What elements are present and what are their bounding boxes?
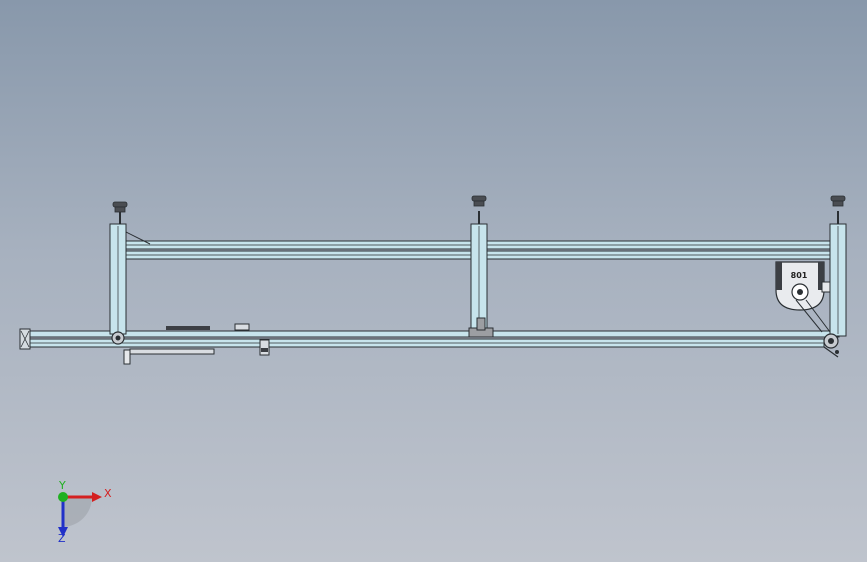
middle-foot-nut: [473, 200, 485, 207]
middle-leg[interactable]: [468, 195, 494, 338]
y-axis-indicator: [58, 492, 68, 502]
cad-viewport[interactable]: 801 X Y Z: [0, 0, 867, 562]
small-block: [234, 323, 250, 331]
x-axis-label: X: [104, 487, 112, 500]
right-caster-pin: [835, 350, 839, 354]
left-foot-nut: [114, 206, 126, 213]
lower-rail-top: [23, 330, 840, 338]
right-foot-pad: [830, 195, 846, 202]
drive-housing[interactable]: 801: [775, 261, 831, 333]
clamp-block-insert: [261, 348, 268, 352]
x-axis-arrowhead: [92, 492, 102, 502]
lower-beam[interactable]: [19, 323, 840, 365]
hanging-tab: [123, 349, 131, 365]
right-caster-hub: [828, 338, 834, 344]
left-leg[interactable]: [109, 201, 128, 345]
z-axis-label: Z: [58, 532, 66, 545]
mounted-strip: [166, 326, 210, 330]
housing-side-tab: [821, 281, 831, 293]
housing-shaft-center: [797, 289, 803, 295]
clamp-block: [259, 339, 270, 356]
middle-base-gusset: [476, 317, 486, 331]
housing-part-label: 801: [791, 271, 808, 280]
right-foot-nut: [832, 200, 844, 207]
triad-shadow: [63, 497, 93, 527]
assembly-drawing[interactable]: 801 X Y Z: [0, 0, 867, 562]
housing-left-band: [776, 262, 782, 290]
middle-foot-pad: [471, 195, 487, 202]
y-axis-label: Y: [58, 479, 66, 492]
left-caster-hub: [115, 335, 121, 341]
lower-rail-bracket: [129, 348, 215, 355]
axis-triad[interactable]: X Y Z: [58, 479, 112, 545]
left-foot-pad: [112, 201, 128, 208]
